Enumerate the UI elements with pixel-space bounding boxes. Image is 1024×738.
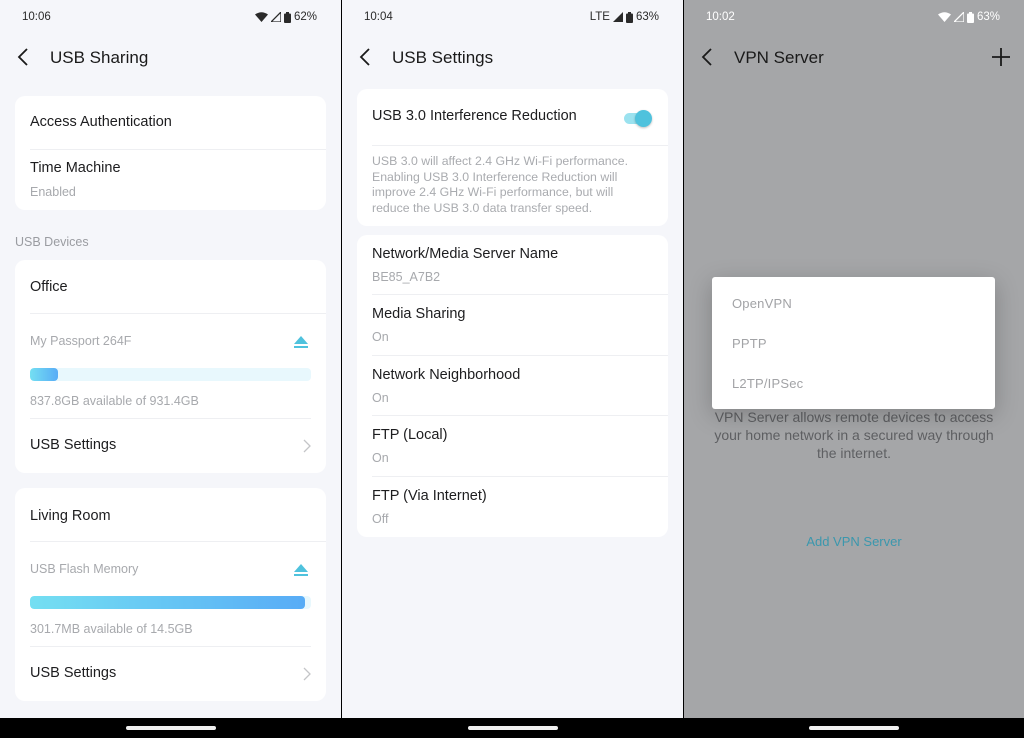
status-time: 10:02 [706,11,735,23]
access-authentication-item[interactable]: Access Authentication [30,96,326,150]
cellular-signal-icon [612,12,623,22]
usb-sharing-screen: 10:06 62% USB Sharing Access Authenticat… [0,0,341,738]
eject-icon[interactable] [294,564,308,576]
device-location: Living Room [30,488,326,542]
item-label: USB Settings [30,437,117,453]
item-label: Time Machine [30,160,121,176]
device-location-label: Living Room [30,508,111,524]
cellular-signal-icon [953,12,964,22]
battery-level: 62% [293,11,317,23]
item-value: BE85_A7B2 [372,270,441,284]
time-machine-item[interactable]: Time Machine Enabled [30,150,326,210]
battery-level: 63% [635,11,659,23]
app-bar: USB Sharing [0,40,341,78]
storage-progress-fill [30,596,306,609]
menu-item-l2tp-ipsec[interactable]: L2TP/IPSec [732,376,803,391]
device-storage: My Passport 264F 837.8GB available of 93… [30,314,311,419]
item-label: Network Neighborhood [372,367,521,383]
item-label: USB 3.0 Interference Reduction [372,108,577,124]
section-label-usb-devices: USB Devices [15,235,89,249]
device-location-label: Office [30,279,68,295]
drive-name: My Passport 264F [30,334,132,348]
interference-reduction-item: USB 3.0 Interference Reduction [372,89,668,146]
storage-capacity-text: 301.7MB available of 14.5GB [30,622,193,636]
wifi-icon [937,12,951,22]
item-value: Off [372,512,389,526]
status-time: 10:06 [22,11,51,23]
interference-description: USB 3.0 will affect 2.4 GHz Wi-Fi perfor… [372,154,629,215]
item-label: FTP (Local) [372,427,448,443]
wifi-icon [254,12,268,22]
item-value: On [372,391,389,405]
cellular-signal-icon [270,12,281,22]
vpn-server-screen: 10:02 63% VPN Server VPN Server allows r… [684,0,1024,738]
system-nav-bar [0,718,341,738]
toggle-knob [635,110,652,127]
battery-icon [966,11,974,23]
device-storage: USB Flash Memory 301.7MB available of 14… [30,542,311,647]
menu-item-openvpn[interactable]: OpenVPN [732,296,792,311]
storage-progress-bar [30,596,311,609]
interference-reduction-card: USB 3.0 Interference Reduction USB 3.0 w… [357,89,668,226]
back-button[interactable] [698,46,718,68]
device-location: Office [30,260,326,314]
item-label: Media Sharing [372,306,466,322]
vpn-type-menu: OpenVPN PPTP L2TP/IPSec [712,277,995,409]
item-label: Access Authentication [30,114,172,130]
network-type-label: LTE [589,11,610,23]
page-title: VPN Server [734,48,824,67]
battery-icon [625,11,633,23]
home-gesture-handle[interactable] [467,726,558,730]
plus-icon[interactable] [990,46,1012,68]
usb-settings-item[interactable]: USB Settings [30,419,326,473]
page-title: USB Settings [392,48,494,67]
app-bar: VPN Server [684,40,1024,78]
status-bar: 10:04 LTE 63% [342,0,683,34]
vpn-description: VPN Server allows remote devices to acce… [714,409,994,461]
home-gesture-handle[interactable] [809,726,899,730]
system-nav-bar [342,718,683,738]
item-value: Enabled [30,185,76,199]
battery-level: 63% [976,11,1000,23]
item-label: Network/Media Server Name [372,246,559,262]
usb-device-card: Living Room USB Flash Memory 301.7MB ava… [15,488,326,701]
page-title: USB Sharing [50,48,149,67]
system-nav-bar [684,718,1024,738]
drive-name: USB Flash Memory [30,562,139,576]
network-neighborhood-item[interactable]: Network Neighborhood On [372,356,668,416]
interference-reduction-toggle[interactable] [622,109,652,127]
item-label: USB Settings [30,665,117,681]
chevron-right-icon [303,667,311,681]
server-name-item[interactable]: Network/Media Server Name BE85_A7B2 [372,235,668,295]
battery-icon [283,11,291,23]
back-button[interactable] [356,46,376,68]
ftp-local-item[interactable]: FTP (Local) On [372,416,668,477]
usb-device-card: Office My Passport 264F 837.8GB availabl… [15,260,326,473]
sharing-options-card: Access Authentication Time Machine Enabl… [15,96,326,210]
add-vpn-server-link[interactable]: Add VPN Server [684,534,1024,549]
status-bar: 10:06 62% [0,0,341,34]
media-sharing-item[interactable]: Media Sharing On [372,295,668,356]
ftp-via-internet-item[interactable]: FTP (Via Internet) Off [372,477,668,537]
server-settings-card: Network/Media Server Name BE85_A7B2 Medi… [357,235,668,537]
home-gesture-handle[interactable] [125,726,216,730]
usb-settings-screen: 10:04 LTE 63% USB Settings USB 3.0 Inter… [342,0,683,738]
storage-progress-fill [30,368,59,381]
item-label: FTP (Via Internet) [372,488,487,504]
item-value: On [372,451,389,465]
status-time: 10:04 [364,11,393,23]
usb-settings-item[interactable]: USB Settings [30,647,326,701]
status-bar: 10:02 63% [684,0,1024,34]
storage-progress-bar [30,368,311,381]
eject-icon[interactable] [294,336,308,348]
menu-item-pptp[interactable]: PPTP [732,336,767,351]
back-button[interactable] [14,46,34,68]
chevron-right-icon [303,439,311,453]
storage-capacity-text: 837.8GB available of 931.4GB [30,394,199,408]
app-bar: USB Settings [342,40,683,78]
item-value: On [372,330,389,344]
